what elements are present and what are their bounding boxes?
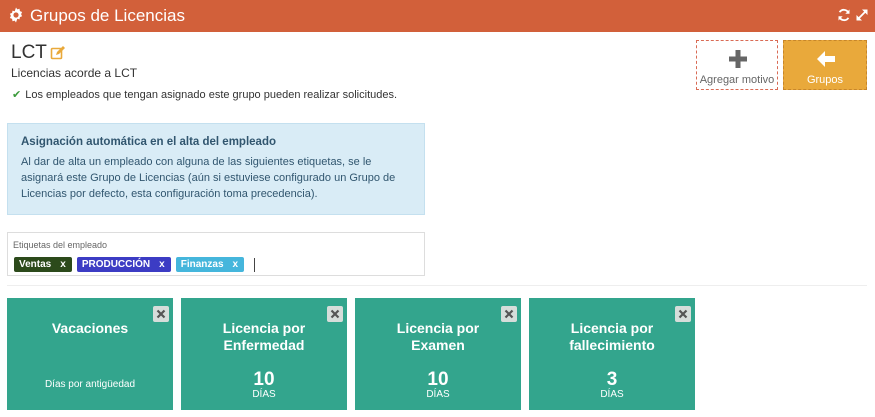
card-title-line2: fallecimiento bbox=[569, 337, 655, 353]
groups-button[interactable]: Grupos bbox=[783, 40, 867, 90]
divider bbox=[7, 285, 867, 286]
card-caption: Días por antigüedad bbox=[44, 379, 136, 390]
groups-label: Grupos bbox=[806, 74, 844, 86]
card-title: Vacaciones bbox=[51, 320, 129, 336]
info-body: Al dar de alta un empleado con alguna de… bbox=[21, 156, 396, 200]
group-description: Licencias acorde a LCT bbox=[11, 66, 138, 80]
edit-icon[interactable] bbox=[50, 45, 66, 61]
card-days-value: 10 bbox=[253, 369, 275, 390]
employee-tags-field[interactable]: Etiquetas del empleado Ventas x PRODUCCI… bbox=[7, 232, 425, 276]
gear-icon bbox=[9, 7, 23, 23]
text-caret bbox=[254, 257, 256, 272]
window-titlebar: Grupos de Licencias bbox=[0, 0, 875, 32]
arrow-left-icon bbox=[817, 51, 835, 67]
add-reason-label: Agregar motivo bbox=[699, 74, 775, 86]
card-days-value: 10 bbox=[427, 369, 449, 390]
card-title-line1: Licencia por bbox=[570, 320, 654, 336]
leave-card-fallecimiento[interactable]: Licencia por fallecimiento 3 DÍAS bbox=[529, 298, 695, 410]
tag-produccion: PRODUCCIÓN x bbox=[76, 257, 171, 272]
expand-icon[interactable] bbox=[855, 8, 869, 22]
tag-remove-button[interactable]: x bbox=[159, 259, 165, 270]
leave-card-examen[interactable]: Licencia por Examen 10 DÍAS bbox=[355, 298, 521, 410]
tag-ventas: Ventas x bbox=[14, 257, 72, 272]
group-note: ✔ Los empleados que tengan asignado este … bbox=[12, 88, 397, 101]
card-days-value: 3 bbox=[606, 369, 618, 390]
leave-card-enfermedad[interactable]: Licencia por Enfermedad 10 DÍAS bbox=[181, 298, 347, 410]
card-days-unit: DÍAS bbox=[252, 389, 276, 400]
tag-remove-button[interactable]: x bbox=[233, 259, 239, 270]
window-title: Grupos de Licencias bbox=[30, 6, 185, 25]
tag-label: Finanzas bbox=[180, 259, 224, 270]
card-days-unit: DÍAS bbox=[600, 389, 624, 400]
tag-finanzas: Finanzas x bbox=[175, 257, 245, 272]
tags-list: Ventas x PRODUCCIÓN x Finanzas x bbox=[14, 257, 256, 272]
group-note-text: Los empleados que tengan asignado este g… bbox=[25, 89, 398, 101]
info-heading: Asignación automática en el alta del emp… bbox=[21, 136, 276, 148]
group-name: LCT bbox=[11, 42, 47, 63]
tag-remove-button[interactable]: x bbox=[60, 259, 66, 270]
plus-icon bbox=[729, 50, 747, 68]
add-reason-button[interactable]: Agregar motivo bbox=[696, 40, 778, 90]
refresh-icon[interactable] bbox=[837, 8, 851, 22]
check-icon: ✔ bbox=[12, 89, 22, 101]
card-title-line1: Licencia por bbox=[396, 320, 480, 336]
tag-label: PRODUCCIÓN bbox=[81, 259, 151, 270]
card-days-unit: DÍAS bbox=[426, 389, 450, 400]
card-title-line1: Licencia por bbox=[222, 320, 306, 336]
auto-assign-info: Asignación automática en el alta del emp… bbox=[7, 123, 425, 215]
card-title-line2: Enfermedad bbox=[223, 337, 305, 353]
leave-card-vacaciones[interactable]: Vacaciones Días por antigüedad bbox=[7, 298, 173, 410]
card-title-line2: Examen bbox=[411, 337, 465, 353]
tag-label: Ventas bbox=[19, 259, 52, 270]
tags-field-label: Etiquetas del empleado bbox=[13, 240, 108, 250]
